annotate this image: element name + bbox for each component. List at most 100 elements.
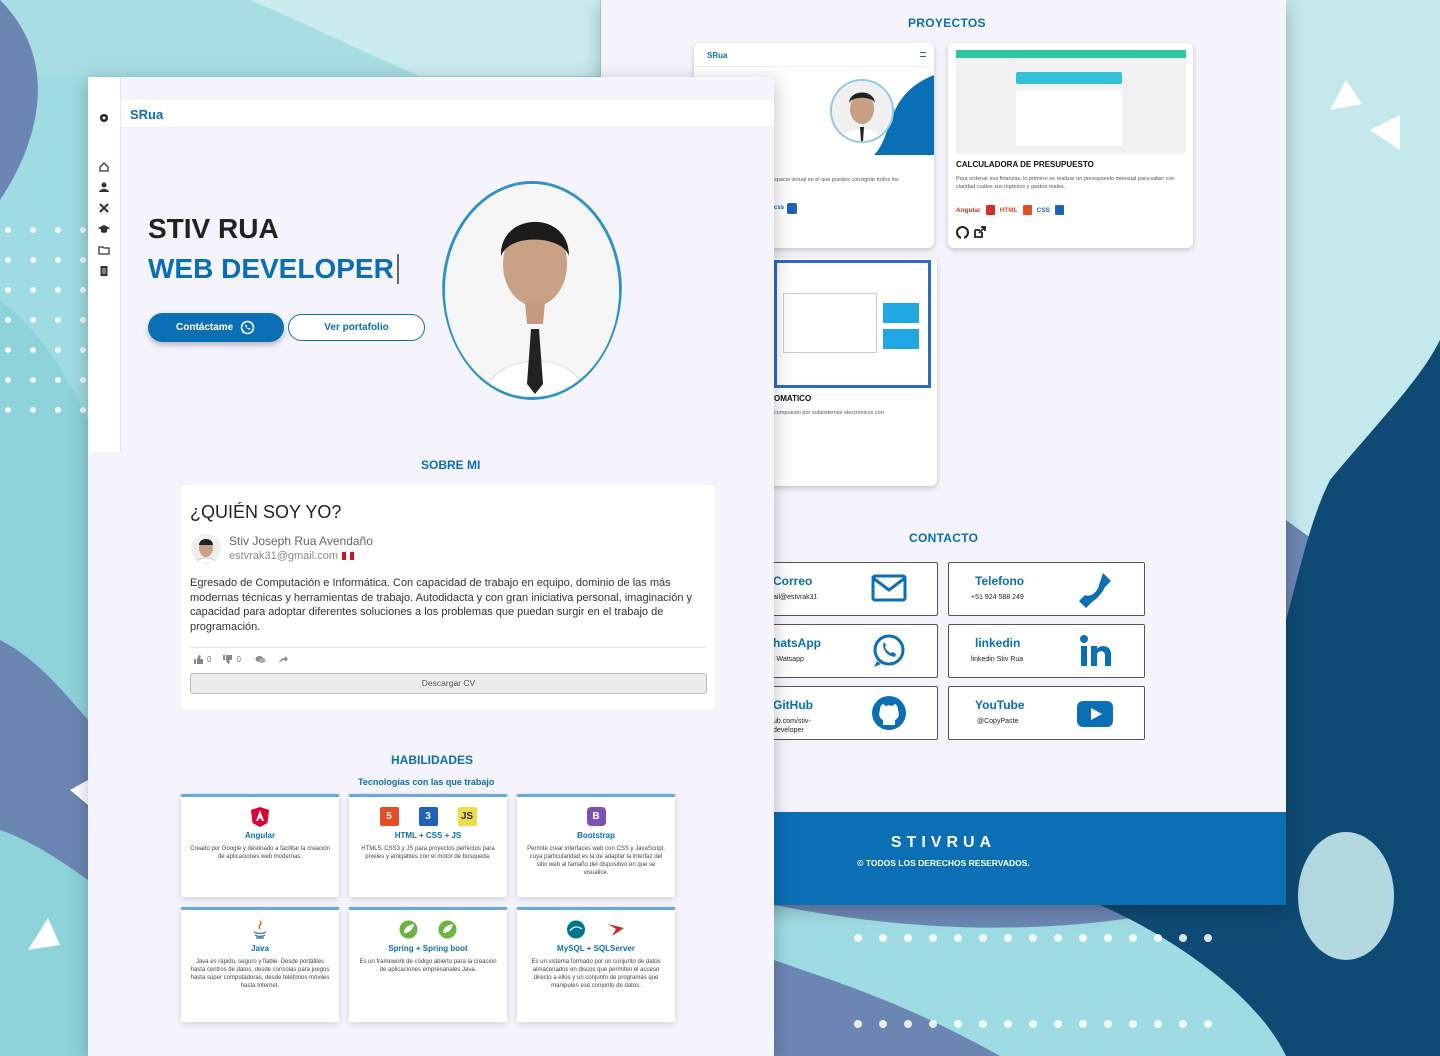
contact-value: ail@estvrak31 [773, 594, 818, 601]
angular-icon [251, 807, 269, 827]
css3-icon [787, 203, 797, 214]
skills-section-title: HABILIDADES [391, 753, 474, 767]
tools-icon[interactable] [98, 202, 110, 214]
js-icon: JS [457, 807, 477, 826]
skill-card-angular: Angular Creado por Google y destinado a … [181, 794, 339, 897]
project-card-2[interactable]: CALCULADORA DE PRESUPUESTO Para ordenar … [948, 43, 1193, 248]
contact-label: YouTube [975, 698, 1025, 712]
bootstrap-icon: B [586, 807, 606, 826]
contact-value: ub.com/stiv-developer [773, 718, 811, 734]
project-desc: Para ordenar sus finanzas, lo primero es… [956, 176, 1175, 190]
download-cv-button[interactable]: Descargar CV [190, 673, 707, 694]
contact-button-label: Contáctame [176, 322, 234, 333]
contact-linkedin[interactable]: linkedin linkedin Stiv Rua [948, 624, 1145, 678]
skill-desc: Es un framework de código abierto para l… [359, 959, 497, 973]
tag-css: CSS [1036, 206, 1050, 214]
skill-card-bootstrap: B Bootstrap Permite crear interfaces web… [517, 794, 675, 897]
angular-icon [985, 205, 995, 215]
mysql-icon [567, 920, 585, 939]
mail-icon [871, 574, 907, 602]
spring-icon [399, 920, 418, 939]
contact-value: i Watsapp [773, 656, 804, 663]
avatar [191, 534, 221, 564]
github-icon[interactable] [956, 226, 969, 239]
youtube-icon [1077, 701, 1113, 727]
contact-label: hatsApp [773, 636, 821, 650]
project-screenshot [956, 50, 1186, 154]
external-link-icon[interactable] [973, 226, 986, 239]
skill-card-spring: Spring + Spring boot Es un framework de … [349, 907, 507, 1022]
document-icon[interactable] [98, 265, 110, 277]
screenshot-button [883, 329, 919, 349]
divider [190, 647, 706, 648]
peru-flag-icon [341, 552, 354, 560]
sqlserver-icon [608, 924, 624, 936]
dislikes-count: 0 [236, 655, 241, 664]
about-email: estvrak31@gmail.com [229, 550, 338, 562]
project-title: CALCULADORA DE PRESUPUESTO [956, 160, 1094, 169]
contact-value: linkedin Stiv Rua [971, 656, 1024, 663]
likes-count: 0 [207, 655, 212, 664]
about-full-name: Stiv Joseph Rua Avendaño [229, 534, 373, 548]
skill-card-databases: MySQL + SQLServer Es un sistema formado … [517, 907, 675, 1022]
folder-icon[interactable] [98, 244, 110, 256]
skill-name: Java [251, 944, 269, 953]
user-icon[interactable] [98, 181, 110, 193]
skill-desc: Permite crear interfaces web con CSS y J… [527, 846, 665, 876]
projects-section-title: PROYECTOS [908, 16, 986, 30]
skill-name: HTML + CSS + JS [394, 831, 462, 840]
graduation-cap-icon[interactable] [98, 223, 110, 235]
github-icon [872, 696, 906, 730]
contact-label: linkedin [975, 636, 1021, 650]
spring-boot-icon [438, 920, 457, 939]
contact-button[interactable]: Contáctame [148, 313, 284, 342]
share-icon[interactable] [278, 655, 288, 664]
home-icon[interactable] [98, 161, 110, 173]
project-preview-logo: SRua [707, 51, 728, 60]
thumbs-down-icon[interactable] [223, 655, 233, 664]
whatsapp-icon [873, 634, 905, 667]
project-screenshot [774, 260, 931, 388]
skill-desc: HTML5, CSS3 y JS para proyectos perfecto… [361, 846, 495, 860]
about-section-title: SOBRE MI [421, 458, 481, 472]
project-preview-avatar [830, 79, 894, 143]
tag-angular: Angular [956, 206, 981, 214]
skill-name: Bootstrap [577, 831, 615, 840]
skill-name: Angular [244, 831, 276, 840]
comments-icon[interactable] [255, 655, 266, 664]
screenshot-list [1016, 90, 1122, 146]
about-bio: Egresado de Computación e Informática. C… [190, 577, 692, 633]
project-title: OMATICO [774, 394, 812, 403]
hero-name: STIV RUA [148, 213, 279, 244]
about-heading: ¿QUIÉN SOY YO? [190, 502, 342, 522]
css3-icon: 3 [418, 807, 438, 826]
html5-icon: 5 [379, 807, 399, 826]
skill-name: Spring + Spring boot [388, 944, 468, 953]
thumbs-up-icon[interactable] [194, 655, 203, 664]
contact-label: Telefono [975, 574, 1025, 588]
contact-phone[interactable]: Telefono +51 924 588 249 [948, 562, 1145, 616]
contact-value: @CopyPaste [977, 718, 1019, 725]
hero-role: WEB DEVELOPER [148, 253, 394, 284]
brand-logo[interactable]: SRua [130, 107, 163, 122]
contact-section-title: CONTACTO [909, 531, 979, 545]
screenshot-panel [783, 293, 877, 353]
sidebar [88, 77, 121, 452]
skill-desc: Creado por Google y destinado a facilita… [190, 846, 330, 860]
portfolio-page-upper: SRua STIV RUA WEB DEVELOPER Contáctame V… [88, 77, 774, 1056]
typing-cursor [396, 254, 399, 284]
portfolio-button[interactable]: Ver portafolio [288, 314, 425, 341]
gear-icon[interactable] [98, 112, 110, 124]
java-icon [253, 920, 267, 939]
screenshot-total-bar [1016, 72, 1122, 84]
skill-desc: Java es rápido, seguro y fiable. Desde p… [190, 959, 330, 989]
project-desc: compuesto por subsistemas electrónicos c… [774, 410, 884, 416]
skill-name: MySQL + SQLServer [557, 944, 635, 953]
skill-card-html-css-js: 5 3 JS HTML + CSS + JS HTML5, CSS3 y JS … [349, 794, 507, 897]
css3-icon [1055, 205, 1064, 215]
contact-youtube[interactable]: YouTube @CopyPaste [948, 686, 1145, 740]
skill-card-java: Java Java es rápido, seguro y fiable. De… [181, 907, 339, 1022]
tag-css: css [774, 205, 785, 211]
contact-value: +51 924 588 249 [971, 594, 1024, 601]
project-preview-navbar: SRua [694, 43, 934, 67]
